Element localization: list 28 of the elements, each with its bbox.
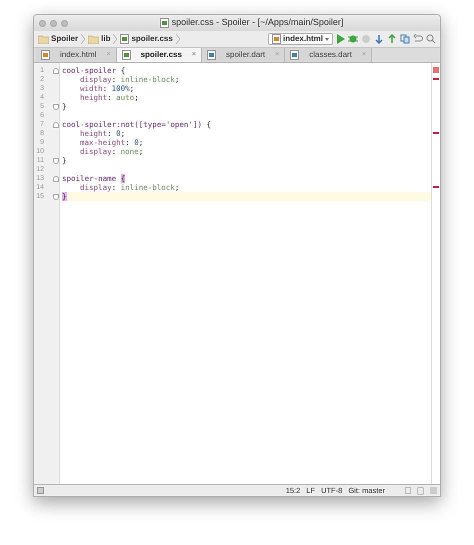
breadcrumb[interactable]: lib xyxy=(88,33,110,45)
fold-icon[interactable] xyxy=(53,194,59,200)
caret-icon xyxy=(325,38,329,40)
breadcrumb[interactable]: Spoiler xyxy=(38,33,78,45)
search-icon[interactable] xyxy=(426,34,436,44)
breadcrumb[interactable]: spoiler.css xyxy=(120,33,173,45)
vcs-commit-icon[interactable] xyxy=(387,34,397,44)
window-title: spoiler.css - Spoiler - [~/Apps/main/Spoiler] xyxy=(172,16,344,30)
fold-icon[interactable] xyxy=(53,158,59,164)
fold-icon[interactable] xyxy=(53,122,59,128)
run-config-dropdown[interactable]: index.html xyxy=(268,33,333,45)
undo-icon[interactable] xyxy=(413,34,423,44)
chevron-icon xyxy=(176,34,180,44)
fold-icon[interactable] xyxy=(53,104,59,110)
error-indicator-icon xyxy=(433,67,439,73)
bug-icon[interactable] xyxy=(348,34,358,44)
fold-icon[interactable] xyxy=(53,68,59,74)
folder-icon xyxy=(88,34,100,44)
vcs-update-icon[interactable] xyxy=(374,34,384,44)
file-icon xyxy=(160,18,169,28)
file-icon xyxy=(207,50,216,60)
run-icon[interactable] xyxy=(336,34,345,44)
compare-icon[interactable] xyxy=(400,34,410,44)
chevron-icon xyxy=(81,34,86,44)
file-icon xyxy=(41,50,50,60)
folder-icon xyxy=(38,34,49,44)
chevron-icon xyxy=(113,34,118,44)
fold-icon[interactable] xyxy=(53,176,59,182)
